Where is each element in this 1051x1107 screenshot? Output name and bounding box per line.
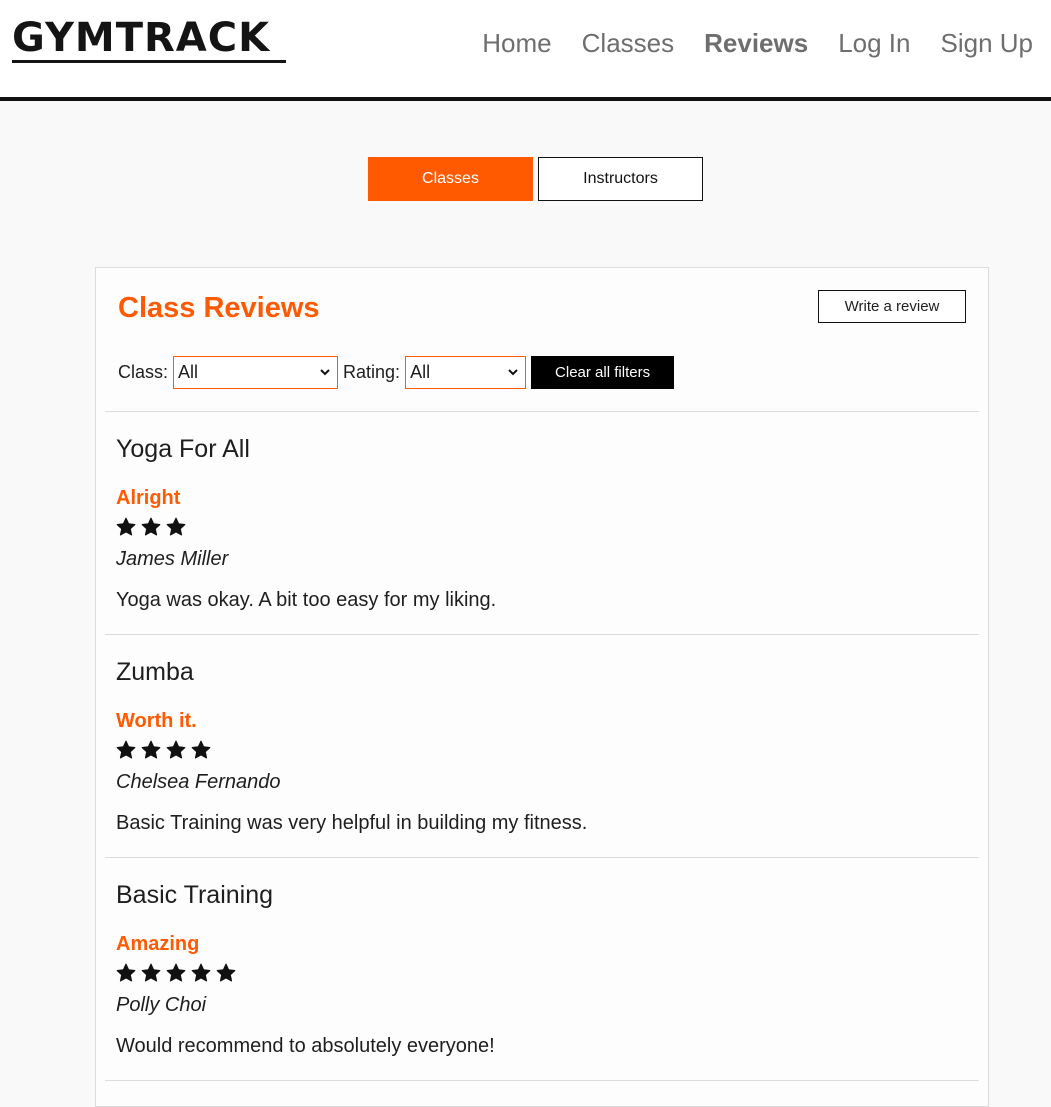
site-header: GYMTRACK Home Classes Reviews Log In Sig… xyxy=(0,0,1051,101)
review-list-end-divider xyxy=(105,1080,979,1100)
star-icon xyxy=(116,963,136,982)
class-reviews-panel: Class Reviews Write a review Class: All … xyxy=(95,267,989,1107)
star-icon xyxy=(216,963,236,982)
class-filter-label: Class: xyxy=(118,362,169,382)
gymtrack-logo[interactable]: GYMTRACK xyxy=(12,16,286,66)
clear-filters-button[interactable]: Clear all filters xyxy=(531,356,675,389)
review-text: Yoga was okay. A bit too easy for my lik… xyxy=(116,589,497,611)
logo-underline xyxy=(12,60,286,63)
nav-reviews-link[interactable]: Reviews xyxy=(704,26,808,60)
review-class-name: Yoga For All xyxy=(116,435,250,463)
review-text: Would recommend to absolutely everyone! xyxy=(116,1035,495,1057)
star-icon xyxy=(191,740,211,759)
review-title: Worth it. xyxy=(116,710,197,732)
review-title: Amazing xyxy=(116,933,200,955)
review-class-name: Zumba xyxy=(116,658,194,686)
review-type-toggle: Classes Instructors xyxy=(368,157,703,201)
main-nav: Home Classes Reviews Log In Sign Up xyxy=(482,26,1033,60)
class-filter-select[interactable]: All xyxy=(173,356,339,389)
review-item: Zumba Worth it. Chelsea Fernando Basic T… xyxy=(105,634,979,857)
panel-title: Class Reviews xyxy=(118,292,320,324)
review-list: Yoga For All Alright James Miller Yoga w… xyxy=(105,411,979,1100)
star-icon xyxy=(116,740,136,759)
nav-classes-link[interactable]: Classes xyxy=(582,26,674,60)
star-icon xyxy=(166,517,186,536)
review-text: Basic Training was very helpful in build… xyxy=(116,812,588,834)
logo-text: GYMTRACK xyxy=(12,15,271,61)
nav-signup-link[interactable]: Sign Up xyxy=(941,26,1034,60)
star-icon xyxy=(166,740,186,759)
star-icon xyxy=(191,963,211,982)
chevron-down-icon xyxy=(508,369,518,376)
review-item: Yoga For All Alright James Miller Yoga w… xyxy=(105,411,979,634)
review-author: Chelsea Fernando xyxy=(116,771,281,793)
review-item: Basic Training Amazing Polly Choi Would … xyxy=(105,857,979,1080)
chevron-down-icon xyxy=(320,369,330,376)
star-icon xyxy=(141,517,161,536)
star-rating xyxy=(116,740,211,760)
rating-filter-value: All xyxy=(410,362,431,382)
review-class-name: Basic Training xyxy=(116,881,274,909)
star-icon xyxy=(166,963,186,982)
nav-login-link[interactable]: Log In xyxy=(838,26,910,60)
star-icon xyxy=(141,740,161,759)
star-icon xyxy=(116,517,136,536)
write-review-button[interactable]: Write a review xyxy=(818,290,966,323)
review-title: Alright xyxy=(116,487,181,509)
star-icon xyxy=(141,963,161,982)
review-author: Polly Choi xyxy=(116,994,207,1016)
review-author: James Miller xyxy=(116,548,229,570)
instructors-toggle-button[interactable]: Instructors xyxy=(538,157,703,201)
star-rating xyxy=(116,963,236,983)
filter-bar: Class: All Rating: All Clear all filters xyxy=(118,356,675,389)
rating-filter-select[interactable]: All xyxy=(405,356,527,389)
class-filter-value: All xyxy=(178,362,199,382)
rating-filter-label: Rating: xyxy=(343,362,401,382)
nav-home-link[interactable]: Home xyxy=(482,26,551,60)
classes-toggle-button[interactable]: Classes xyxy=(368,157,533,201)
star-rating xyxy=(116,517,186,537)
